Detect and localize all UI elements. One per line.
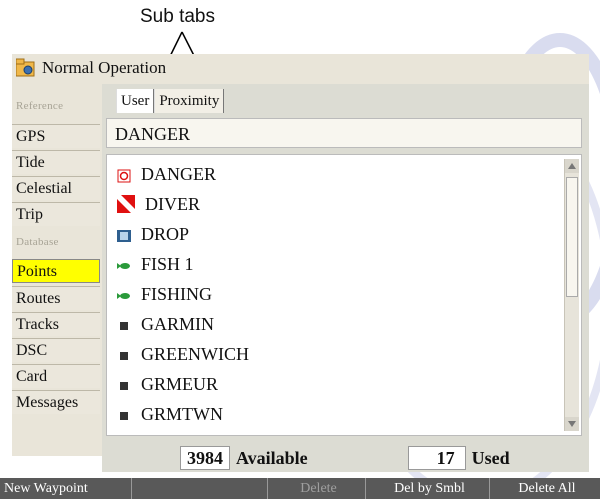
danger-icon [117, 167, 131, 183]
waypoint-name: GRMEUR [141, 373, 219, 394]
delete-button: Delete [268, 478, 366, 499]
square-icon [117, 347, 131, 361]
main-panel: User Proximity DANGER DANGER DIVER DROP [102, 84, 589, 472]
used-count: 17 [407, 446, 466, 470]
blank-softkey [132, 478, 268, 499]
waypoint-name: DANGER [141, 163, 216, 184]
square-icon [117, 407, 131, 421]
waypoint-name: GREENWICH [141, 343, 249, 364]
sidebar-item-routes[interactable]: Routes [12, 286, 100, 310]
used-label: Used [471, 447, 510, 468]
folder-gear-icon [15, 58, 36, 78]
available-count: 3984 [180, 446, 230, 470]
available-label: Available [236, 447, 308, 468]
sidebar-item-messages[interactable]: Messages [12, 390, 100, 414]
sub-tab-strip: User Proximity [116, 89, 225, 113]
sidebar: Reference GPS Tide Celestial Trip Databa… [12, 84, 102, 456]
list-item[interactable]: FISH 1 [117, 249, 194, 279]
softkey-bar: New Waypoint Delete Del by Smbl Delete A… [0, 478, 600, 499]
scrollbar-thumb[interactable] [566, 177, 578, 297]
waypoint-counts: 3984 Available 17 Used [180, 446, 510, 470]
waypoint-name: DIVER [145, 193, 200, 214]
sidebar-section-database: Database [16, 236, 59, 248]
square-icon [117, 377, 131, 391]
list-item[interactable]: DIVER [117, 189, 200, 219]
waypoint-name: DROP [141, 223, 190, 244]
list-item[interactable]: GRMEUR [117, 369, 218, 399]
list-item[interactable]: DROP [117, 219, 189, 249]
square-icon [117, 317, 131, 331]
sidebar-item-celestial[interactable]: Celestial [12, 176, 100, 200]
list-item[interactable]: DANGER [117, 159, 216, 189]
sidebar-item-tracks[interactable]: Tracks [12, 312, 100, 336]
diver-flag-icon [117, 195, 135, 213]
new-waypoint-button[interactable]: New Waypoint [0, 478, 132, 499]
list-item[interactable]: GARMIN [117, 309, 214, 339]
waypoint-name: GARMIN [141, 313, 215, 334]
sidebar-item-points[interactable]: Points [12, 259, 100, 283]
sidebar-item-trip[interactable]: Trip [12, 202, 100, 226]
list-scrollbar[interactable] [564, 159, 579, 431]
delete-all-button[interactable]: Delete All [490, 478, 600, 499]
window-title-bar: Normal Operation [12, 54, 589, 85]
waypoint-name: GRMTWN [141, 403, 223, 424]
sidebar-section-reference: Reference [16, 100, 64, 112]
sidebar-item-dsc[interactable]: DSC [12, 338, 100, 362]
sidebar-item-gps[interactable]: GPS [12, 124, 100, 148]
drop-icon [117, 227, 131, 242]
waypoint-name-field[interactable]: DANGER [106, 118, 582, 148]
tab-proximity[interactable]: Proximity [154, 89, 225, 113]
waypoint-name: FISHING [141, 283, 213, 304]
list-item[interactable]: FISHING [117, 279, 212, 309]
waypoint-name: FISH 1 [141, 253, 194, 274]
sidebar-item-tide[interactable]: Tide [12, 150, 100, 174]
list-item[interactable]: GREENWICH [117, 339, 249, 369]
tab-user[interactable]: User [116, 89, 155, 113]
fish-icon [117, 287, 131, 301]
waypoint-list[interactable]: DANGER DIVER DROP FISH 1 FISHING GARMIN … [106, 154, 582, 436]
scroll-down-arrow-icon[interactable] [565, 417, 579, 431]
delete-by-symbol-button[interactable]: Del by Smbl [366, 478, 490, 499]
scroll-up-arrow-icon[interactable] [565, 159, 579, 173]
list-item[interactable]: GRMTWN [117, 399, 223, 429]
fish-icon [117, 257, 131, 271]
sidebar-item-card[interactable]: Card [12, 364, 100, 388]
window-title: Normal Operation [42, 58, 167, 77]
